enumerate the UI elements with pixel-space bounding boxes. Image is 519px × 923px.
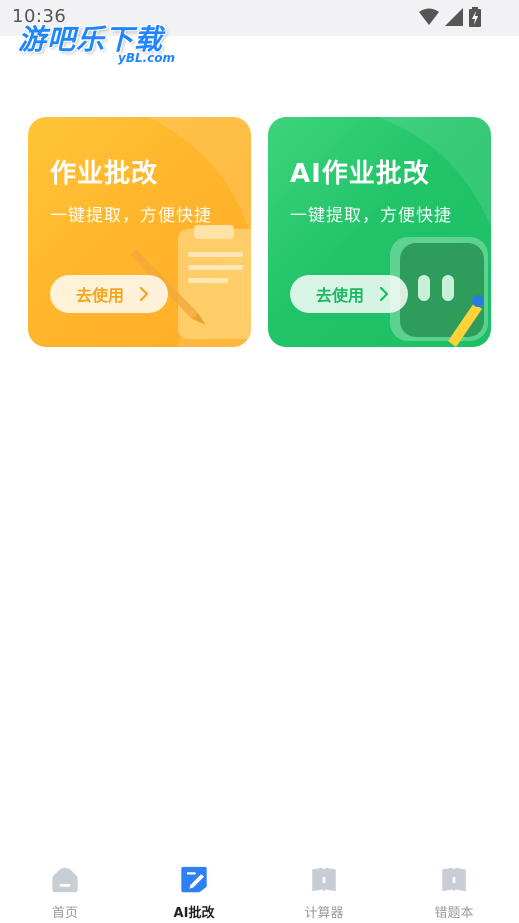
logo-sub-text: yBL.com xyxy=(118,51,176,65)
ai-correct-icon xyxy=(181,866,207,893)
status-icons xyxy=(419,7,481,27)
nav-item-ai-correct[interactable]: AI批改 xyxy=(154,865,234,921)
homework-correct-card[interactable]: 作业批改 一键提取，方便快捷 去使用 xyxy=(28,117,251,347)
home-icon xyxy=(52,867,78,893)
bottom-nav: 首页 AI批改 计算器 错题本 xyxy=(0,855,519,923)
nav-item-home[interactable]: 首页 xyxy=(25,865,105,921)
card-subtitle: 一键提取，方便快捷 xyxy=(50,206,212,226)
use-button-label: 去使用 xyxy=(316,286,365,305)
nav-label: 计算器 xyxy=(304,906,344,921)
signal-icon xyxy=(445,8,463,26)
mistake-book-icon xyxy=(442,867,466,892)
use-button[interactable]: 去使用 xyxy=(50,275,168,313)
card-subtitle: 一键提取，方便快捷 xyxy=(290,206,452,226)
card-title: AI作业批改 xyxy=(290,159,430,189)
card-title: 作业批改 xyxy=(50,159,159,189)
nav-label: 首页 xyxy=(51,906,78,921)
chevron-right-icon xyxy=(379,286,389,302)
calculator-icon xyxy=(312,867,336,892)
nav-label: 错题本 xyxy=(434,906,474,921)
wifi-icon xyxy=(419,8,439,25)
battery-icon xyxy=(469,7,481,27)
use-button[interactable]: 去使用 xyxy=(290,275,408,313)
nav-item-calculator[interactable]: 计算器 xyxy=(284,865,364,921)
ai-homework-correct-card[interactable]: AI作业批改 一键提取，方便快捷 去使用 xyxy=(268,117,491,347)
chevron-right-icon xyxy=(139,286,149,302)
nav-item-mistake-book[interactable]: 错题本 xyxy=(414,865,494,921)
watermark-logo: 游吧乐下载 yBL.com xyxy=(18,18,188,68)
use-button-label: 去使用 xyxy=(76,286,125,305)
nav-label: AI批改 xyxy=(173,906,215,921)
